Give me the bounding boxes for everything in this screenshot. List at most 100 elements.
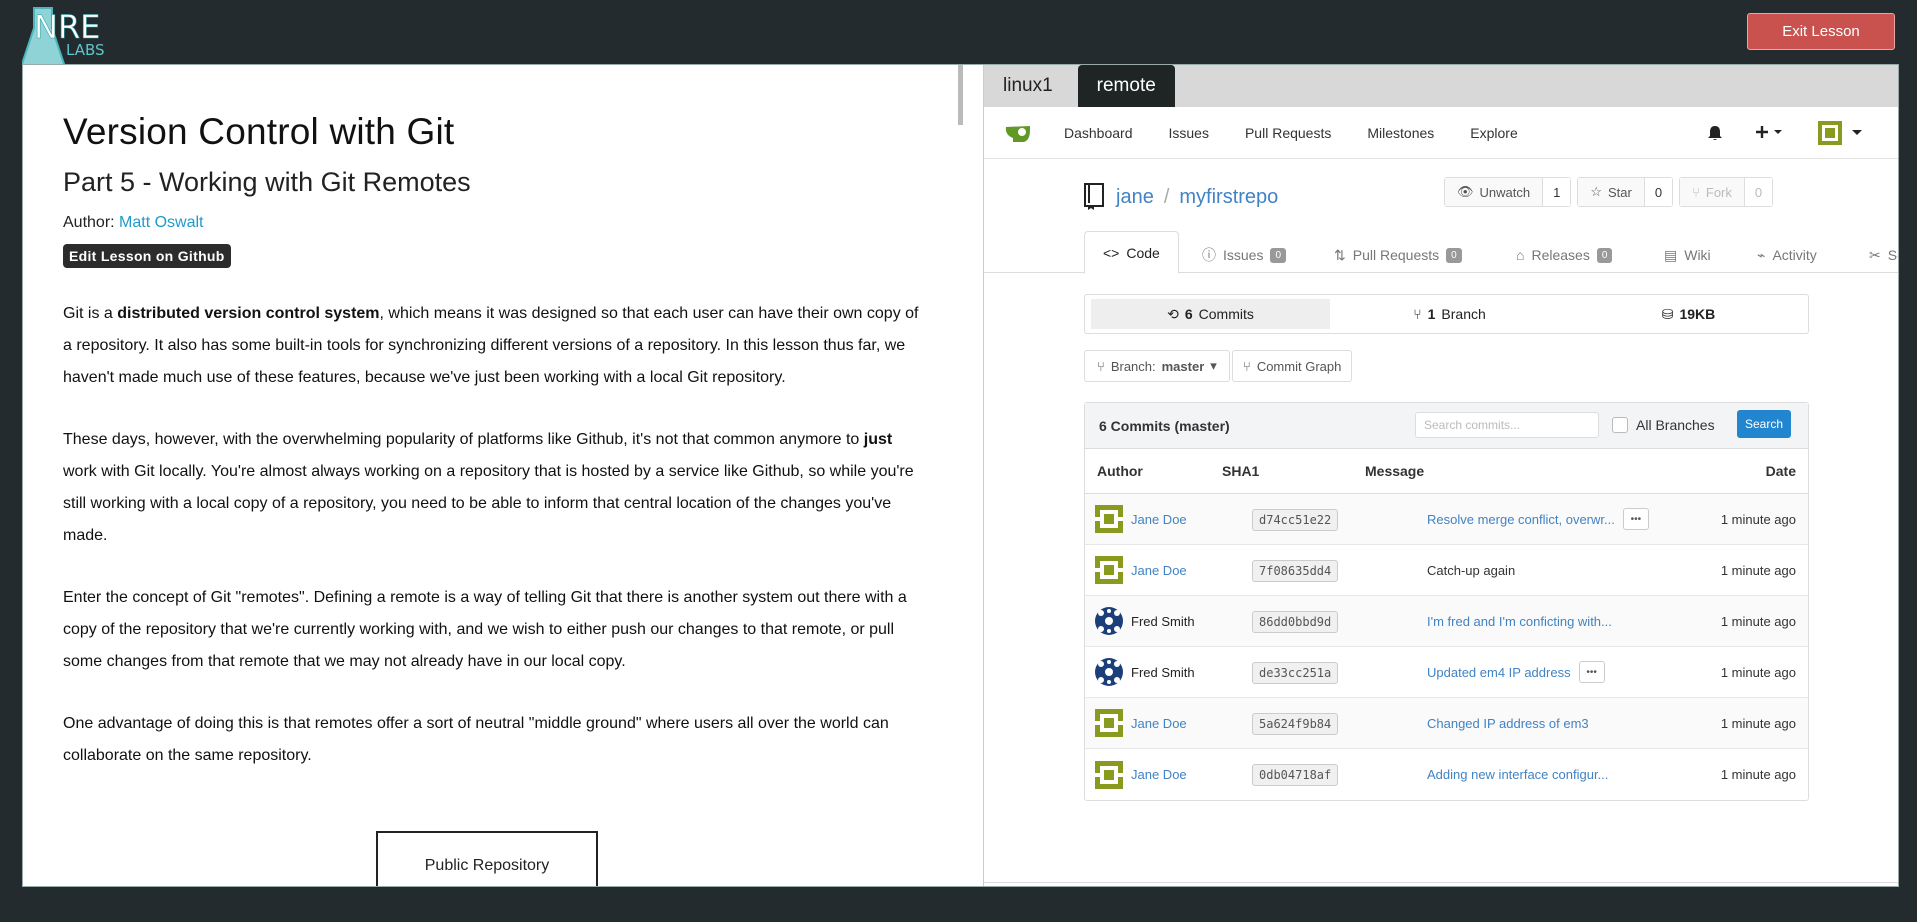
commit-rows: Jane Doe d74cc51e22 Resolve merge conflict…: [1085, 494, 1808, 800]
code-icon: <>: [1103, 244, 1120, 261]
stat-branches[interactable]: ⑂ 1 Branch: [1330, 299, 1569, 329]
repo-size: 19KB: [1679, 306, 1716, 322]
user-avatar-menu-icon[interactable]: [1818, 121, 1864, 145]
repo-action-buttons: 👁 Unwatch 1 ☆ Star 0 ⑂ Fork 0: [1444, 177, 1774, 207]
caret-down-icon: ▾: [1210, 358, 1217, 373]
commit-sha-button[interactable]: 7f08635dd4: [1252, 559, 1339, 582]
tab-linux1[interactable]: linux1: [984, 65, 1072, 107]
gitea-logo-icon[interactable]: [1004, 122, 1032, 144]
stat-commits[interactable]: ⟲ 6 Commits: [1091, 299, 1330, 329]
lesson-scrollbar[interactable]: [958, 65, 963, 125]
nav-pull-requests[interactable]: Pull Requests: [1245, 125, 1331, 141]
lab-pane: linux1 remote Dashboard Issues Pull Requ…: [983, 65, 1898, 886]
stat-size: ⛁ 19KB: [1569, 299, 1808, 329]
commit-sha-button[interactable]: 86dd0bbd9d: [1252, 610, 1339, 633]
fork-count[interactable]: 0: [1743, 178, 1773, 206]
nav-dashboard[interactable]: Dashboard: [1064, 125, 1133, 141]
expand-message-button[interactable]: •••: [1622, 508, 1649, 530]
edit-lesson-button[interactable]: Edit Lesson on Github: [63, 244, 231, 268]
branch-icon: ⑂: [1097, 358, 1105, 374]
tab-wiki[interactable]: ▤ Wiki: [1664, 237, 1711, 273]
tab-activity[interactable]: ⌁ Activity: [1757, 237, 1817, 273]
search-commits-input[interactable]: Search commits...: [1415, 412, 1599, 438]
nav-issues[interactable]: Issues: [1169, 125, 1209, 141]
search-button[interactable]: Search: [1737, 410, 1791, 438]
commit-sha-button[interactable]: 5a624f9b84: [1252, 712, 1339, 735]
commit-row: Jane Doe d74cc51e22 Resolve merge conflict…: [1085, 494, 1808, 545]
commit-sha-cell: 0db04718af: [1252, 764, 1339, 786]
tab-settings[interactable]: ✂ Set: [1869, 237, 1898, 273]
create-plus-dropdown-icon[interactable]: [1756, 125, 1784, 141]
lesson-paragraph: Git is a distributed version control sys…: [63, 298, 923, 394]
author-prefix: Author:: [63, 214, 120, 231]
commit-sha-button[interactable]: d74cc51e22: [1252, 508, 1339, 531]
tab-remote[interactable]: remote: [1077, 65, 1175, 107]
notification-bell-icon[interactable]: [1708, 125, 1722, 141]
lesson-pane: Version Control with Git Part 5 - Workin…: [23, 65, 958, 886]
expand-message-button[interactable]: •••: [1578, 661, 1605, 683]
commit-message[interactable]: I'm fred and I'm conficting with...: [1427, 614, 1612, 629]
commit-author: Fred Smith: [1095, 607, 1195, 635]
lesson-title: Version Control with Git: [63, 111, 455, 152]
breadcrumb-separator: /: [1163, 185, 1170, 208]
lesson-paragraph: One advantage of doing this is that remo…: [63, 715, 889, 764]
tab-wiki-label: Wiki: [1684, 247, 1711, 263]
commit-message[interactable]: Adding new interface configur...: [1427, 767, 1608, 782]
branch-icon: ⑂: [1243, 358, 1251, 374]
commit-date: 1 minute ago: [1720, 562, 1796, 578]
avatar: [1095, 607, 1123, 635]
tab-issues[interactable]: ⓘ Issues 0: [1202, 237, 1287, 273]
commit-message[interactable]: Updated em4 IP address: [1427, 665, 1571, 680]
tab-releases[interactable]: ⌂ Releases 0: [1516, 237, 1613, 273]
avatar: [1095, 760, 1123, 789]
all-branches-checkbox[interactable]: [1612, 417, 1628, 433]
fork-button[interactable]: ⑂ Fork 0: [1679, 177, 1774, 207]
commit-message[interactable]: Changed IP address of em3: [1427, 716, 1589, 731]
main-frame: Version Control with Git Part 5 - Workin…: [22, 64, 1899, 887]
repo-name-link[interactable]: myfirstrepo: [1179, 186, 1278, 209]
commit-sha-cell: de33cc251a: [1252, 661, 1339, 684]
unwatch-label: Unwatch: [1479, 184, 1531, 200]
tab-code[interactable]: <> Code: [1084, 231, 1179, 274]
commit-graph-button[interactable]: ⑂ Commit Graph: [1232, 350, 1353, 382]
all-branches-label: All Branches: [1636, 417, 1715, 433]
text-run: These days, however, with the overwhelmi…: [63, 431, 864, 448]
commit-sha-button[interactable]: 0db04718af: [1252, 764, 1339, 786]
commit-message-cell: I'm fred and I'm conficting with...: [1427, 614, 1612, 629]
tab-issues-label: Issues: [1223, 247, 1264, 263]
commit-message[interactable]: Resolve merge conflict, overwr...: [1427, 512, 1615, 527]
nav-explore[interactable]: Explore: [1470, 125, 1517, 141]
commit-row: Jane Doe 0db04718af Adding new interface c…: [1085, 749, 1808, 800]
exit-lesson-button[interactable]: Exit Lesson: [1747, 13, 1895, 50]
repo-book-icon: [1084, 183, 1104, 210]
commit-sha-cell: 7f08635dd4: [1252, 559, 1339, 582]
repo-owner-link[interactable]: jane: [1116, 186, 1154, 209]
author-name: Fred Smith: [1131, 613, 1195, 629]
avatar: [1095, 505, 1123, 533]
commit-row: Fred Smith de33cc251a Updated em4 IP addre…: [1085, 647, 1808, 698]
author-link[interactable]: Matt Oswalt: [119, 214, 203, 231]
author-name[interactable]: Jane Doe: [1131, 563, 1187, 578]
lesson-paragraph: Enter the concept of Git "remotes". Defi…: [63, 589, 907, 670]
issue-icon: ⓘ: [1202, 247, 1216, 263]
commit-sha-cell: d74cc51e22: [1252, 508, 1339, 531]
author-name[interactable]: Jane Doe: [1131, 512, 1187, 527]
nav-milestones[interactable]: Milestones: [1367, 125, 1434, 141]
commits-column-headers: Author SHA1 Message Date: [1085, 449, 1808, 494]
star-button[interactable]: ☆ Star 0: [1577, 177, 1674, 207]
unwatch-button[interactable]: 👁 Unwatch 1: [1444, 177, 1572, 207]
watch-count[interactable]: 1: [1542, 178, 1571, 206]
star-label: Star: [1607, 184, 1632, 200]
commit-message-cell: Catch-up again: [1427, 563, 1515, 578]
commit-sha-cell: 86dd0bbd9d: [1252, 610, 1339, 633]
pane-horizontal-scrollbar[interactable]: [984, 882, 1898, 886]
tag-icon: ⌂: [1516, 247, 1525, 263]
star-count[interactable]: 0: [1643, 178, 1673, 206]
author-name[interactable]: Jane Doe: [1131, 716, 1187, 731]
author-name[interactable]: Jane Doe: [1131, 767, 1187, 782]
all-branches-toggle[interactable]: All Branches: [1612, 412, 1715, 438]
tab-pull-requests[interactable]: ⇅ Pull Requests 0: [1334, 237, 1462, 273]
commit-sha-button[interactable]: de33cc251a: [1252, 661, 1339, 684]
commit-row: Fred Smith 86dd0bbd9d I'm fred and I'm con…: [1085, 596, 1808, 647]
branch-dropdown[interactable]: ⑂ Branch: master ▾: [1084, 350, 1230, 382]
